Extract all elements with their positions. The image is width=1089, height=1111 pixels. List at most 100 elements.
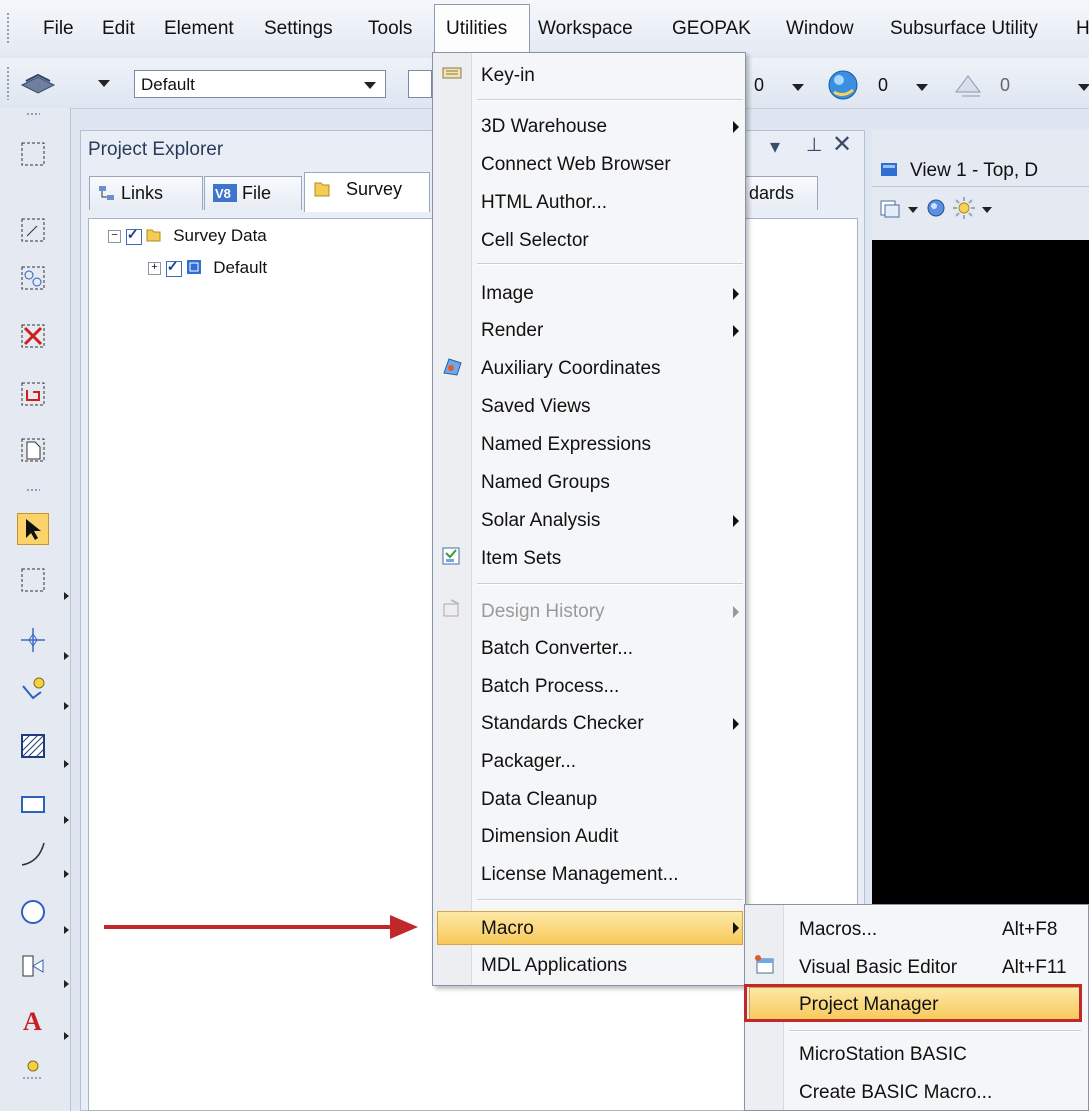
- menu-item-cell-selector[interactable]: Cell Selector: [481, 230, 589, 252]
- menu-item-license-management[interactable]: License Management...: [481, 864, 679, 886]
- text-flyout[interactable]: [64, 1032, 69, 1040]
- smartline-flyout[interactable]: [64, 702, 69, 710]
- file-fence-icon[interactable]: [17, 434, 49, 466]
- select-area-flyout[interactable]: [64, 592, 69, 600]
- submenu-item-visual-basic-editor[interactable]: Visual Basic Editor: [799, 957, 957, 979]
- menu-item-image[interactable]: Image: [481, 283, 534, 305]
- menu-item-html-author[interactable]: HTML Author...: [481, 192, 607, 214]
- menu-file[interactable]: File: [43, 18, 74, 40]
- tree-item-survey-data[interactable]: − Survey Data: [108, 226, 267, 246]
- collapse-icon[interactable]: −: [108, 230, 121, 244]
- place-circle-icon[interactable]: [17, 896, 49, 928]
- menu-item-macro[interactable]: Macro: [481, 918, 534, 940]
- menu-window[interactable]: Window: [786, 18, 854, 40]
- hatch-flyout[interactable]: [64, 760, 69, 768]
- place-fence-icon[interactable]: [17, 138, 49, 170]
- priority-icon[interactable]: [952, 70, 984, 100]
- menu-item-named-groups[interactable]: Named Groups: [481, 472, 610, 494]
- weight-dropdown-arrow[interactable]: [792, 84, 804, 91]
- menubar-grip[interactable]: [6, 12, 10, 44]
- survey-data-checkbox[interactable]: [125, 226, 142, 245]
- menu-item-solar-analysis[interactable]: Solar Analysis: [481, 510, 600, 532]
- place-smartline-icon[interactable]: [17, 674, 49, 706]
- toolbar-grip[interactable]: [6, 66, 10, 100]
- close-icon[interactable]: ✕: [832, 130, 852, 159]
- place-arc-icon[interactable]: [17, 838, 49, 870]
- menu-item-standards-checker[interactable]: Standards Checker: [481, 713, 644, 735]
- tab-file[interactable]: V8 File: [204, 176, 302, 210]
- level-combo-arrow[interactable]: [364, 82, 376, 89]
- circle-flyout[interactable]: [64, 926, 69, 934]
- menu-element[interactable]: Element: [164, 18, 234, 40]
- tab-standards[interactable]: dards: [740, 176, 818, 210]
- drop-fence-icon[interactable]: [17, 378, 49, 410]
- macros-shortcut: Alt+F8: [1002, 919, 1058, 940]
- cell-flyout[interactable]: [64, 980, 69, 988]
- tag-icon[interactable]: [17, 1054, 49, 1086]
- menu-item-saved-views[interactable]: Saved Views: [481, 396, 591, 418]
- tab-survey[interactable]: Survey: [304, 172, 430, 212]
- place-cell-icon[interactable]: [17, 950, 49, 982]
- submenu-item-microstation-basic[interactable]: MicroStation BASIC: [799, 1044, 967, 1066]
- submenu-arrow-icon: [733, 288, 739, 300]
- block-flyout[interactable]: [64, 816, 69, 824]
- snap-flyout[interactable]: [64, 652, 69, 660]
- arc-flyout[interactable]: [64, 870, 69, 878]
- submenu-item-macros[interactable]: Macros...: [799, 919, 877, 941]
- tree-item-default[interactable]: + Default: [148, 258, 267, 278]
- transparency-dropdown-arrow[interactable]: [916, 84, 928, 91]
- lighting-arrow[interactable]: [982, 207, 992, 213]
- menu-item-3d-warehouse[interactable]: 3D Warehouse: [481, 116, 607, 138]
- menu-item-connect-web-browser[interactable]: Connect Web Browser: [481, 154, 671, 176]
- level-dropdown-arrow[interactable]: [98, 80, 110, 87]
- pin-icon[interactable]: ⊥: [806, 134, 823, 157]
- menu-truncated[interactable]: H: [1076, 18, 1089, 40]
- element-selection-icon[interactable]: [17, 513, 49, 545]
- active-level-icon[interactable]: [18, 71, 58, 97]
- submenu-item-create-basic-macro[interactable]: Create BASIC Macro...: [799, 1082, 992, 1104]
- priority-dropdown-arrow[interactable]: [1078, 84, 1089, 91]
- lighting-icon[interactable]: [952, 196, 976, 220]
- menu-tools[interactable]: Tools: [368, 18, 412, 40]
- hatch-icon[interactable]: [17, 730, 49, 762]
- menu-settings[interactable]: Settings: [264, 18, 333, 40]
- key-in-icon: [442, 67, 462, 79]
- delete-fence-icon[interactable]: [17, 320, 49, 352]
- color-combo[interactable]: [408, 70, 432, 98]
- tab-links[interactable]: Links: [89, 176, 203, 210]
- place-block-icon[interactable]: [17, 788, 49, 820]
- tree-child-label: Default: [213, 258, 268, 277]
- menu-edit[interactable]: Edit: [102, 18, 135, 40]
- menu-item-batch-converter[interactable]: Batch Converter...: [481, 638, 633, 660]
- menu-item-packager[interactable]: Packager...: [481, 751, 576, 773]
- pane-dropdown-icon[interactable]: ▾: [770, 134, 780, 159]
- snap-point-icon[interactable]: [17, 624, 49, 656]
- menu-item-auxiliary-coordinates[interactable]: Auxiliary Coordinates: [481, 358, 661, 380]
- menu-item-batch-process[interactable]: Batch Process...: [481, 676, 619, 698]
- menu-item-render[interactable]: Render: [481, 320, 543, 342]
- menu-item-data-cleanup[interactable]: Data Cleanup: [481, 789, 597, 811]
- menu-geopak[interactable]: GEOPAK: [672, 18, 751, 40]
- place-text-icon[interactable]: A: [17, 1004, 49, 1036]
- tab-file-label: File: [242, 183, 272, 203]
- menu-subsurface-utility[interactable]: Subsurface Utility: [890, 18, 1038, 40]
- transparency-icon[interactable]: [826, 68, 860, 102]
- menu-item-dimension-audit[interactable]: Dimension Audit: [481, 826, 618, 848]
- menu-workspace[interactable]: Workspace: [538, 18, 633, 40]
- view-attributes-icon[interactable]: [880, 198, 900, 218]
- tools-grip-top[interactable]: [26, 112, 40, 116]
- modify-fence-icon[interactable]: [17, 214, 49, 246]
- expand-icon[interactable]: +: [148, 262, 161, 276]
- default-checkbox[interactable]: [165, 258, 182, 277]
- menu-item-item-sets[interactable]: Item Sets: [481, 548, 561, 570]
- level-combo[interactable]: Default: [134, 70, 386, 98]
- menu-item-key-in[interactable]: Key-in: [481, 65, 535, 87]
- manipulate-fence-icon[interactable]: [17, 262, 49, 294]
- tools-grip-mid[interactable]: [26, 488, 40, 492]
- select-area-icon[interactable]: [17, 564, 49, 596]
- view-attributes-arrow[interactable]: [908, 207, 918, 213]
- display-style-icon[interactable]: [926, 196, 950, 220]
- menu-item-mdl-applications[interactable]: MDL Applications: [481, 955, 627, 977]
- menu-item-named-expressions[interactable]: Named Expressions: [481, 434, 651, 456]
- view-icon: [881, 163, 897, 176]
